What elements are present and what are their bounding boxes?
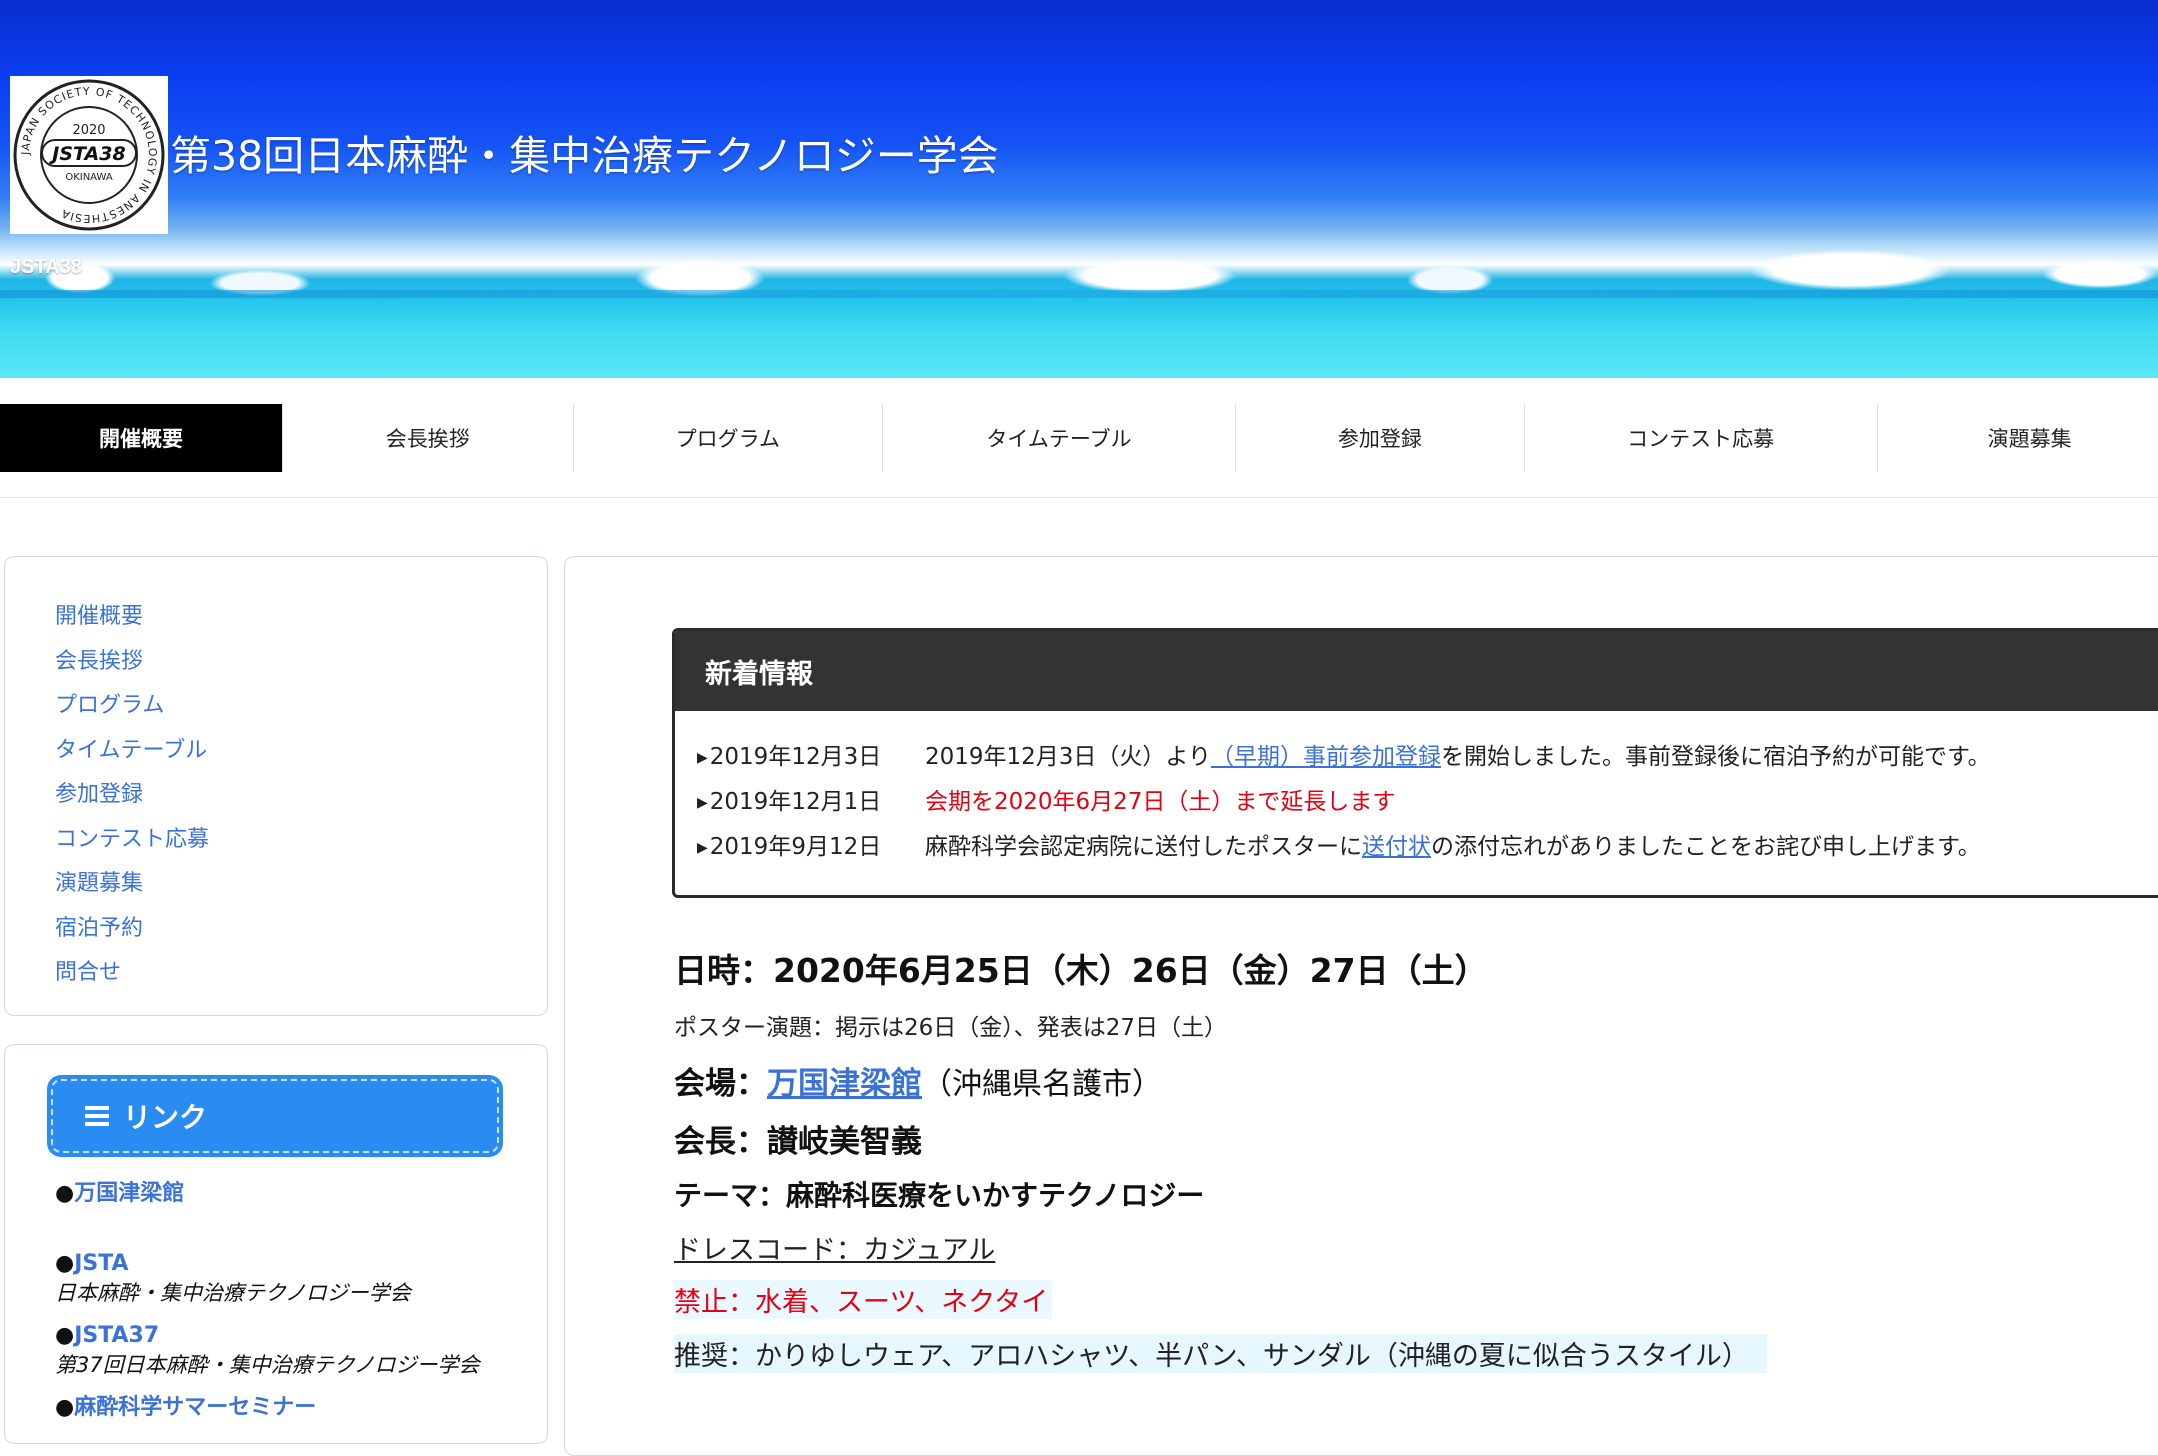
news-box: 新着情報 ▶2019年12月3日 2019年12月3日（火）より（早期）事前参加… — [672, 628, 2158, 898]
site-title[interactable]: 第38回日本麻酔・集中治療テクノロジー学会 — [170, 122, 999, 182]
sidebar-item-overview[interactable]: 開催概要 — [55, 595, 209, 640]
logo-place: OKINAWA — [65, 172, 112, 183]
news-date: 2019年12月3日 — [709, 743, 882, 770]
sidebar-menu-box: 開催概要 会長挨拶 プログラム タイムテーブル 参加登録 コンテスト応募 演題募… — [4, 556, 548, 1016]
bullet-icon: ● — [55, 1251, 75, 1276]
nav-item-greeting[interactable]: 会長挨拶 — [281, 404, 573, 472]
news-item: ▶2019年12月3日 2019年12月3日（火）より（早期）事前参加登録を開始… — [697, 743, 1991, 770]
banner-clouds — [0, 238, 2158, 298]
link-bankoku-shinryokan[interactable]: 万国津梁館 — [74, 1181, 184, 1206]
venue-label: 会場： — [674, 1066, 767, 1102]
site-subtitle: JSTA38 — [10, 256, 82, 278]
link-item: ●JSTA37 — [55, 1321, 479, 1351]
sidebar-links-box: リンク ●万国津梁館 ●JSTA 日本麻酔・集中治療テクノロジー学会 ●JSTA… — [4, 1044, 548, 1444]
cover-letter-link[interactable]: 送付状 — [1362, 834, 1431, 860]
nav-divider — [0, 497, 2158, 498]
link-description: 第37回日本麻酔・集中治療テクノロジー学会 — [55, 1353, 480, 1377]
bullet-icon: ● — [55, 1395, 75, 1420]
nav-item-overview[interactable]: 開催概要 — [0, 404, 282, 472]
link-summer-seminar[interactable]: 麻酔科学サマーセミナー — [74, 1395, 316, 1420]
nav-item-program[interactable]: プログラム — [572, 404, 882, 472]
link-item: ●万国津梁館 — [55, 1179, 479, 1209]
link-jsta[interactable]: JSTA — [74, 1251, 128, 1276]
links-list: ●万国津梁館 ●JSTA 日本麻酔・集中治療テクノロジー学会 ●JSTA37 第… — [55, 1179, 479, 1423]
nav-item-timetable[interactable]: タイムテーブル — [882, 404, 1235, 472]
sidebar-item-lodging[interactable]: 宿泊予約 — [55, 907, 209, 952]
link-item: ●麻酔科学サマーセミナー — [55, 1393, 479, 1423]
banned-attire: 禁止：水着、スーツ、ネクタイ — [674, 1280, 1053, 1319]
links-title: リンク — [123, 1101, 208, 1134]
sidebar-item-program[interactable]: プログラム — [55, 684, 209, 729]
link-description: 日本麻酔・集中治療テクノロジー学会 — [55, 1281, 411, 1305]
jsta38-seal-logo: JAPAN SOCIETY OF TECHNOLOGY IN ANESTHESI… — [13, 79, 165, 231]
banner-horizon — [0, 290, 2158, 298]
news-date: 2019年9月12日 — [709, 833, 882, 860]
news-item: ▶2019年9月12日 麻酔科学会認定病院に送付したポスターに送付状の添付忘れが… — [697, 833, 1981, 860]
triangle-right-icon: ▶ — [697, 839, 708, 856]
sidebar-item-contest[interactable]: コンテスト応募 — [55, 818, 209, 863]
early-registration-link[interactable]: （早期）事前参加登録 — [1211, 744, 1441, 770]
link-item: ●JSTA — [55, 1249, 479, 1279]
news-list: ▶2019年12月3日 2019年12月3日（火）より（早期）事前参加登録を開始… — [675, 711, 2158, 866]
venue-link[interactable]: 万国津梁館 — [767, 1066, 922, 1102]
sidebar-item-contact[interactable]: 問合せ — [55, 951, 209, 996]
sidebar-item-abstracts[interactable]: 演題募集 — [55, 862, 209, 907]
nav-item-registration[interactable]: 参加登録 — [1235, 404, 1524, 472]
news-title: 新着情報 — [675, 631, 2158, 711]
bullet-icon: ● — [55, 1323, 75, 1348]
venue-location: （沖縄県名護市） — [922, 1067, 1162, 1102]
main-nav: 開催概要 会長挨拶 プログラム タイムテーブル 参加登録 コンテスト応募 演題募… — [0, 404, 2158, 472]
poster-info: ポスター演題：掲示は26日（金）、発表は27日（土） — [674, 1015, 1228, 1041]
news-item: ▶2019年12月1日 会期を2020年6月27日（土）まで延長します — [675, 776, 2158, 821]
link-jsta37[interactable]: JSTA37 — [74, 1323, 159, 1348]
news-date: 2019年12月1日 — [709, 788, 882, 815]
site-logo[interactable]: JAPAN SOCIETY OF TECHNOLOGY IN ANESTHESI… — [10, 76, 168, 234]
event-dates: 日時：2020年6月25日（木）26日（金）27日（土） — [674, 951, 1488, 990]
sidebar-item-greeting[interactable]: 会長挨拶 — [55, 640, 209, 685]
dress-code: ドレスコード：カジュアル — [674, 1235, 996, 1266]
bullet-icon: ● — [55, 1181, 75, 1206]
logo-year: 2020 — [72, 123, 105, 138]
triangle-right-icon: ▶ — [697, 749, 708, 766]
hamburger-icon — [85, 1106, 109, 1126]
links-header: リンク — [47, 1075, 503, 1157]
sidebar-menu: 開催概要 会長挨拶 プログラム タイムテーブル 参加登録 コンテスト応募 演題募… — [55, 595, 209, 996]
recommended-attire: 推奨：かりゆしウェア、アロハシャツ、半パン、サンダル（沖縄の夏に似合うスタイル） — [674, 1334, 1767, 1373]
sidebar-item-timetable[interactable]: タイムテーブル — [55, 729, 209, 774]
theme: テーマ：麻酔科医療をいかすテクノロジー — [674, 1179, 1205, 1212]
logo-code: JSTA38 — [48, 143, 125, 165]
nav-item-abstracts[interactable]: 演題募集 — [1876, 404, 2158, 472]
venue-line: 会場：万国津梁館（沖縄県名護市） — [674, 1058, 1162, 1103]
news-alert-text: 会期を2020年6月27日（土）まで延長します — [925, 788, 1396, 815]
triangle-right-icon: ▶ — [697, 794, 708, 811]
chairperson: 会長：讃岐美智義 — [674, 1124, 922, 1160]
sidebar-item-registration[interactable]: 参加登録 — [55, 773, 209, 818]
header-banner: JAPAN SOCIETY OF TECHNOLOGY IN ANESTHESI… — [0, 0, 2158, 378]
nav-item-contest[interactable]: コンテスト応募 — [1523, 404, 1877, 472]
